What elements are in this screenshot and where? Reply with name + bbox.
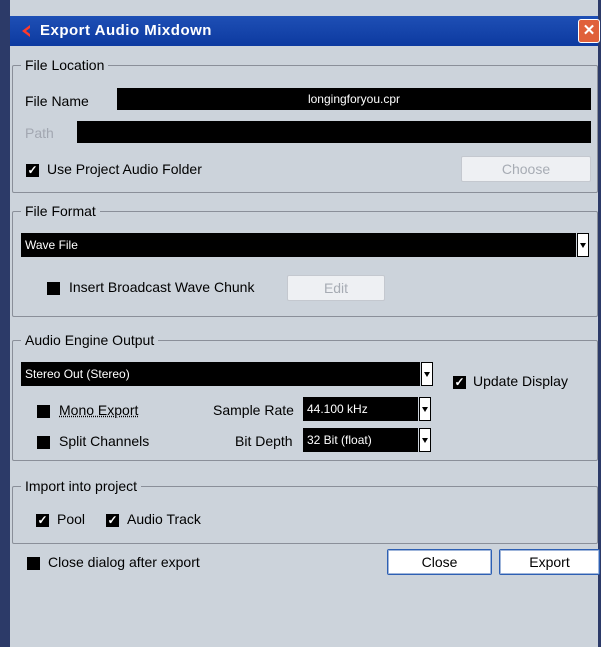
pool-label: Pool xyxy=(57,511,86,527)
sample-rate-select[interactable]: 44.100 kHz xyxy=(303,397,418,421)
cubase-logo-icon xyxy=(22,25,30,37)
choose-button[interactable]: Choose xyxy=(461,156,591,182)
checkmark-icon: ✓ xyxy=(107,513,118,527)
mono-export-checkbox[interactable] xyxy=(37,405,50,418)
bit-depth-label: Bit Depth xyxy=(235,433,293,449)
checkmark-icon: ✓ xyxy=(454,375,465,389)
path-input[interactable] xyxy=(77,121,591,143)
sample-rate-dropdown-arrow[interactable] xyxy=(419,397,431,421)
bit-depth-dropdown-arrow[interactable] xyxy=(419,428,431,452)
export-audio-mixdown-dialog: Export Audio Mixdown ✕ File Location Fil… xyxy=(0,0,601,647)
file-format-group: File Format Wave File Insert Broadcast W… xyxy=(12,203,598,317)
insert-broadcast-wave-chunk-label: Insert Broadcast Wave Chunk xyxy=(69,279,255,295)
path-label: Path xyxy=(25,125,54,141)
audio-track-checkbox[interactable]: ✓ xyxy=(106,514,119,527)
file-name-label: File Name xyxy=(25,93,89,109)
file-location-group: File Location File Name longingforyou.cp… xyxy=(12,57,598,193)
file-location-legend: File Location xyxy=(21,57,109,73)
use-project-audio-folder-label: Use Project Audio Folder xyxy=(47,161,202,177)
checkmark-icon: ✓ xyxy=(37,513,48,527)
split-channels-checkbox[interactable] xyxy=(37,436,50,449)
insert-broadcast-wave-chunk-checkbox[interactable] xyxy=(47,282,60,295)
file-format-legend: File Format xyxy=(21,203,100,219)
close-button[interactable]: Close xyxy=(387,549,492,575)
window-left-border xyxy=(0,0,10,647)
update-display-label: Update Display xyxy=(473,373,568,389)
file-name-input[interactable]: longingforyou.cpr xyxy=(117,88,591,110)
checkmark-icon: ✓ xyxy=(27,163,38,177)
bit-depth-select[interactable]: 32 Bit (float) xyxy=(303,428,418,452)
close-dialog-after-export-checkbox[interactable] xyxy=(27,557,40,570)
audio-output-select[interactable]: Stereo Out (Stereo) xyxy=(21,362,420,386)
update-display-checkbox[interactable]: ✓ xyxy=(453,376,466,389)
file-format-select[interactable]: Wave File xyxy=(21,233,576,257)
audio-engine-output-legend: Audio Engine Output xyxy=(21,332,159,348)
import-into-project-legend: Import into project xyxy=(21,478,142,494)
import-into-project-group: Import into project ✓ Pool ✓ Audio Track xyxy=(12,478,598,544)
sample-rate-label: Sample Rate xyxy=(213,402,294,418)
close-icon: ✕ xyxy=(582,22,596,39)
audio-output-dropdown-arrow[interactable] xyxy=(421,362,433,386)
pool-checkbox[interactable]: ✓ xyxy=(36,514,49,527)
audio-engine-output-group: Audio Engine Output Stereo Out (Stereo) … xyxy=(12,332,598,461)
close-dialog-after-export-label: Close dialog after export xyxy=(48,554,200,570)
dialog-content: File Location File Name longingforyou.cp… xyxy=(10,46,600,647)
mono-export-label: Mono Export xyxy=(59,402,139,418)
split-channels-label: Split Channels xyxy=(59,433,150,449)
edit-button[interactable]: Edit xyxy=(287,275,385,301)
close-window-button[interactable]: ✕ xyxy=(578,19,600,43)
audio-track-label: Audio Track xyxy=(127,511,201,527)
export-button[interactable]: Export xyxy=(499,549,600,575)
file-format-dropdown-arrow[interactable] xyxy=(577,233,589,257)
title-bar[interactable]: Export Audio Mixdown ✕ xyxy=(10,16,600,46)
window-title: Export Audio Mixdown xyxy=(40,22,212,39)
use-project-audio-folder-checkbox[interactable]: ✓ xyxy=(26,164,39,177)
